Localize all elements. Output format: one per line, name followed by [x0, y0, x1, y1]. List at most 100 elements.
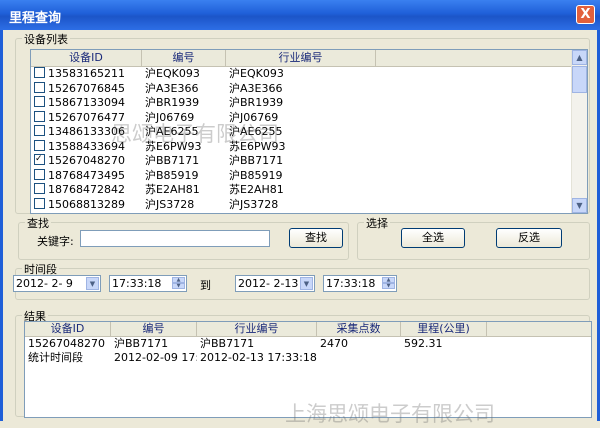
device-list-group: 设备列表 设备ID 编号 行业编号 13583165211 沪EQK093 沪EQK…	[15, 31, 590, 214]
device-row[interactable]: 15867133094 沪BR1939 沪BR1939	[31, 96, 587, 111]
device-row[interactable]: 18768472842 苏E2AH81 苏E2AH81	[31, 183, 587, 198]
industry-number-cell: 沪A3E366	[229, 81, 283, 95]
number-cell: 沪BB7171	[145, 154, 200, 167]
device-list-scrollbar[interactable]: ▲ ▼	[571, 50, 587, 213]
result-sample-count-cell: 2470	[320, 337, 348, 350]
period-group: 时间段 2012- 2- 9 ▼ 17:33:18 ▲ ▼ 到 2012- 2-1…	[13, 261, 590, 300]
device-id-text: 15267048270	[48, 154, 125, 167]
number-cell: 苏E2AH81	[145, 183, 200, 196]
device-id-text: 15267076845	[48, 81, 125, 95]
column-header-device-id[interactable]: 设备ID	[31, 50, 142, 66]
row-checkbox[interactable]	[34, 168, 45, 180]
start-time-field[interactable]: 17:33:18 ▲ ▼	[109, 275, 187, 292]
result-row[interactable]: 统计时间段 2012-02-09 17:332012-02-13 17:33:18	[25, 351, 591, 365]
column-header-number[interactable]: 编号	[142, 50, 226, 66]
keyword-input[interactable]	[80, 230, 270, 247]
search-group: 查找 关键字: 查找	[18, 215, 349, 260]
select-group: 选择 全选 反选	[357, 215, 590, 260]
device-list-label: 设备列表	[22, 31, 70, 47]
end-date-picker[interactable]: 2012- 2-13 ▼	[235, 275, 315, 292]
search-group-label: 查找	[25, 215, 51, 231]
device-id-cell: 18768472842	[31, 183, 142, 198]
dialog-body: 设备列表 设备ID 编号 行业编号 13583165211 沪EQK093 沪EQK…	[0, 30, 600, 426]
result-column-number[interactable]: 编号	[111, 322, 197, 336]
device-row[interactable]: 13486133306 沪AE6255 沪AE6255	[31, 125, 587, 140]
industry-number-cell: 沪JS3728	[229, 197, 279, 211]
close-icon: X	[580, 7, 591, 22]
result-column-filler	[487, 322, 591, 336]
number-cell: 苏E6PW93	[145, 139, 202, 153]
device-id-cell: 13583165211	[31, 67, 142, 82]
device-list-header: 设备ID 编号 行业编号	[31, 50, 587, 67]
industry-number-cell: 苏E2AH81	[229, 183, 284, 196]
row-checkbox[interactable]	[34, 197, 45, 209]
device-id-text: 13486133306	[48, 125, 125, 138]
result-device-id-cell: 15267048270	[28, 337, 105, 350]
result-column-industry-number[interactable]: 行业编号	[197, 322, 317, 336]
number-cell: 沪JS3728	[145, 197, 195, 211]
device-list[interactable]: 设备ID 编号 行业编号 13583165211 沪EQK093 沪EQK093 15…	[30, 49, 588, 214]
scroll-down-icon[interactable]: ▼	[572, 198, 587, 213]
results-group: 结果 设备ID 编号 行业编号 采集点数 里程(公里) 15267048270 沪…	[15, 308, 592, 418]
select-all-button[interactable]: 全选	[401, 228, 465, 248]
device-id-text: 18768472842	[48, 183, 125, 196]
spinner-icon[interactable]: ▲ ▼	[382, 277, 395, 290]
scroll-up-icon[interactable]: ▲	[572, 50, 587, 65]
end-time-field[interactable]: 17:33:18 ▲ ▼	[323, 275, 397, 292]
device-row[interactable]: 15267048270 沪BB7171 沪BB7171	[31, 154, 587, 169]
search-button[interactable]: 查找	[289, 228, 343, 248]
chevron-down-icon[interactable]: ▼	[86, 277, 99, 290]
row-checkbox[interactable]	[34, 81, 45, 93]
results-list[interactable]: 设备ID 编号 行业编号 采集点数 里程(公里) 15267048270 沪BB7…	[24, 321, 592, 418]
result-row[interactable]: 15267048270 沪BB7171 沪BB7171 2470 592.31	[25, 337, 591, 351]
row-checkbox[interactable]	[34, 154, 45, 167]
device-row[interactable]: 18768473495 沪B85919 沪B85919	[31, 168, 587, 184]
device-id-text: 18768473495	[48, 168, 125, 182]
result-column-device-id[interactable]: 设备ID	[25, 322, 111, 336]
result-sample-count-cell	[317, 351, 401, 365]
chevron-down-icon[interactable]: ▼	[300, 277, 313, 290]
spinner-icon[interactable]: ▲ ▼	[172, 277, 185, 290]
device-row[interactable]: 13583165211 沪EQK093 沪EQK093	[31, 67, 587, 82]
row-checkbox[interactable]	[34, 125, 45, 136]
start-date-picker[interactable]: 2012- 2- 9 ▼	[13, 275, 101, 292]
result-column-sample-count[interactable]: 采集点数	[317, 322, 401, 336]
title-bar[interactable]: 里程查询 X	[0, 0, 600, 30]
row-checkbox[interactable]	[34, 96, 45, 107]
device-row[interactable]: 15068813289 沪JS3728 沪JS3728	[31, 197, 587, 213]
device-row[interactable]: 15267076477 沪J06769 沪J06769	[31, 110, 587, 126]
row-checkbox[interactable]	[34, 67, 45, 78]
result-device-id-cell: 统计时间段	[28, 351, 83, 364]
result-column-mileage[interactable]: 里程(公里)	[401, 322, 487, 336]
industry-number-cell: 苏E6PW93	[229, 139, 286, 153]
result-number-cell: 2012-02-09 17:33	[114, 351, 197, 364]
row-checkbox[interactable]	[34, 139, 45, 151]
industry-number-cell: 沪EQK093	[229, 67, 284, 80]
device-row[interactable]: 13588433694 苏E6PW93 苏E6PW93	[31, 139, 587, 155]
start-date-value: 2012- 2- 9	[16, 277, 73, 290]
device-id-text: 13583165211	[48, 67, 125, 80]
keyword-label: 关键字:	[37, 235, 74, 248]
device-id-cell: 15267076477	[31, 110, 142, 126]
results-header: 设备ID 编号 行业编号 采集点数 里程(公里)	[25, 322, 591, 337]
window-title: 里程查询	[9, 11, 62, 26]
column-header-industry-number[interactable]: 行业编号	[226, 50, 376, 66]
close-button[interactable]: X	[576, 5, 595, 24]
industry-number-cell: 沪J06769	[229, 110, 279, 124]
device-id-text: 15867133094	[48, 96, 125, 109]
scroll-thumb[interactable]	[572, 66, 587, 93]
device-id-cell: 15867133094	[31, 96, 142, 111]
device-row[interactable]: 15267076845 沪A3E366 沪A3E366	[31, 81, 587, 97]
industry-number-cell: 沪BR1939	[229, 96, 284, 109]
select-group-label: 选择	[364, 215, 390, 231]
number-cell: 沪A3E366	[145, 81, 199, 95]
device-id-cell: 18768473495	[31, 168, 142, 184]
device-id-cell: 13588433694	[31, 139, 142, 155]
device-id-text: 15267076477	[48, 110, 125, 124]
row-checkbox[interactable]	[34, 183, 45, 194]
device-id-cell: 15068813289	[31, 197, 142, 213]
row-checkbox[interactable]	[34, 110, 45, 122]
invert-selection-button[interactable]: 反选	[496, 228, 562, 248]
end-date-value: 2012- 2-13	[238, 277, 299, 290]
number-cell: 沪B85919	[145, 168, 199, 182]
